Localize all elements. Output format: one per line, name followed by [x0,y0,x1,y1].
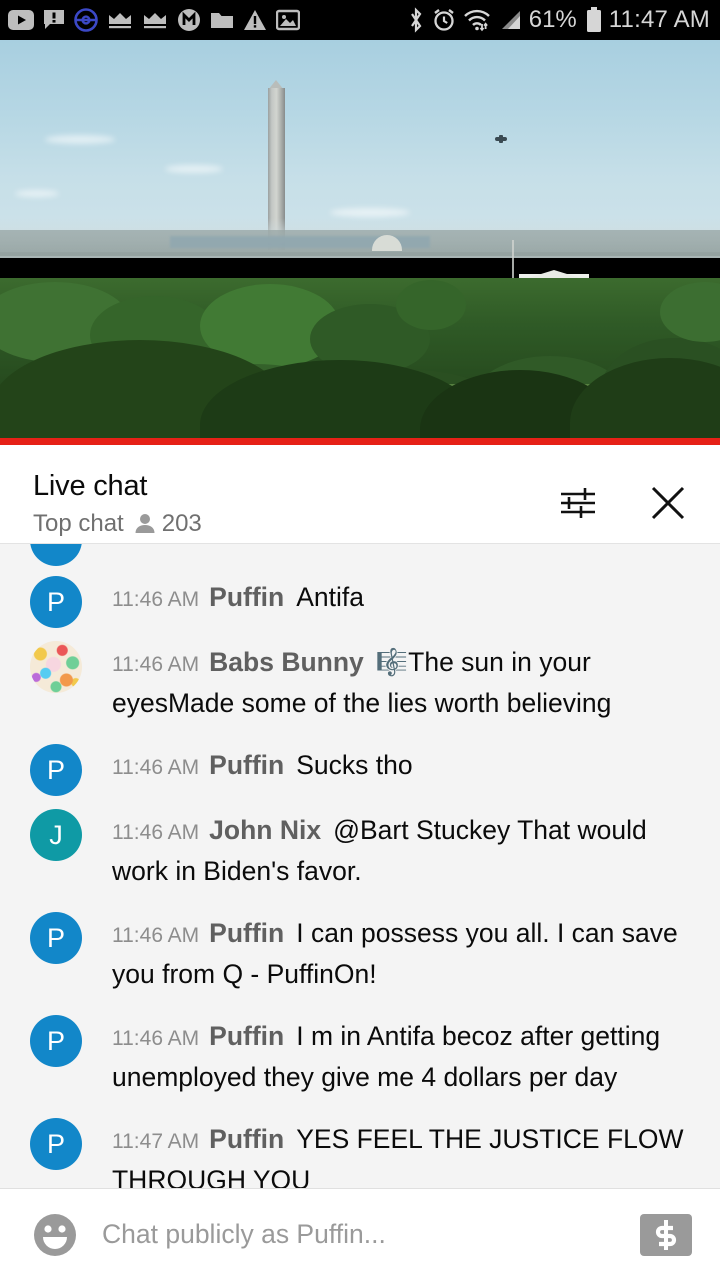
messages-container: P 11:46 AM Puffin Antifa 11:46 AM Babs Bunny 🎼… [0,566,720,1188]
message-timestamp: 11:46 AM [112,653,200,676]
smiley-face-icon[interactable] [30,1210,80,1260]
wifi-icon [463,8,491,32]
avatar[interactable]: P [30,744,82,796]
video-progress-bar[interactable] [0,438,720,445]
status-bar: 61% 11:47 AM [0,0,720,40]
youtube-icon [8,10,34,30]
status-bar-notification-icons [8,8,300,32]
message-timestamp: 11:46 AM [112,924,200,947]
partial-message-above [0,544,720,566]
message-author[interactable]: John Nix [209,815,321,845]
avatar-letter: J [49,819,63,850]
chat-message[interactable]: J 11:46 AM John Nix @Bart Stuckey That woul… [0,799,720,902]
cloud [330,208,410,217]
live-chat-screen: 61% 11:47 AM Live chat Top chat 203 P 11… [0,0,720,1280]
message-author[interactable]: Puffin [209,1021,284,1051]
avatar-letter: P [46,1128,65,1159]
live-chat-header: Live chat Top chat 203 [0,445,720,544]
m-circle-icon [177,8,201,32]
avatar[interactable]: P [30,1118,82,1170]
cell-signal-icon [498,9,522,31]
chat-message-body: 11:46 AM John Nix @Bart Stuckey That would… [112,811,702,890]
chat-input-field[interactable]: Chat publicly as Puffin... [102,1219,618,1250]
avatar-letter: P [46,754,65,785]
chat-message[interactable]: P 11:46 AM Puffin Antifa [0,566,720,631]
chat-message[interactable]: P 11:46 AM Puffin I m in Antifa becoz after… [0,1005,720,1108]
message-author[interactable]: Puffin [209,582,284,612]
pokeball-icon [74,8,98,32]
message-timestamp: 11:46 AM [112,588,200,611]
chat-message[interactable]: P 11:47 AM Puffin YES FEEL THE JUSTICE FLOW… [0,1108,720,1188]
chat-input-bar[interactable]: Chat publicly as Puffin... [0,1188,720,1280]
avatar[interactable]: P [30,912,82,964]
message-timestamp: 11:47 AM [112,1130,200,1153]
avatar-letter: P [46,586,65,617]
crown-icon-2 [142,10,168,30]
dollar-superchat-icon[interactable] [640,1213,692,1256]
cloud [165,165,223,173]
avatar[interactable] [30,641,82,693]
live-chat-header-text: Live chat Top chat 203 [33,471,556,538]
alarm-clock-icon [432,8,456,32]
status-bar-system-icons: 61% 11:47 AM [407,6,710,34]
chat-message[interactable]: P 11:46 AM Puffin I can possess you all. I … [0,902,720,1005]
message-alert-icon [43,9,65,31]
video-frame [0,40,720,445]
chat-message-body: 11:46 AM Puffin Antifa [112,578,702,619]
crown-icon-1 [107,10,133,30]
message-author[interactable]: Babs Bunny [209,647,364,677]
chat-message[interactable]: P 11:46 AM Puffin Sucks tho [0,734,720,799]
avatar [30,544,82,566]
viewer-count-group: 203 [134,510,202,538]
cloud [45,135,115,144]
chat-message-list[interactable]: P 11:46 AM Puffin Antifa 11:46 AM Babs Bunny 🎼… [0,544,720,1188]
message-author[interactable]: Puffin [209,1124,284,1154]
chat-message-body: 11:46 AM Puffin Sucks tho [112,746,702,787]
avatar-letter: P [46,922,65,953]
chat-message-body: 11:47 AM Puffin YES FEEL THE JUSTICE FLOW … [112,1120,702,1188]
message-emoji: 🎼 [375,648,409,678]
tune-sliders-icon[interactable] [556,481,600,525]
chat-message-body: 11:46 AM Puffin I m in Antifa becoz after … [112,1017,702,1096]
battery-percent: 61% [528,6,577,33]
bluetooth-icon [407,7,425,33]
chat-message-body: 11:46 AM Babs Bunny 🎼The sun in your eyesM… [112,643,702,722]
avatar[interactable]: P [30,1015,82,1067]
chat-message[interactable]: 11:46 AM Babs Bunny 🎼The sun in your eyesM… [0,631,720,734]
image-icon [276,9,300,31]
warning-triangle-icon [243,9,267,31]
battery-icon [586,7,602,33]
live-chat-header-actions [556,471,698,525]
folder-icon [210,10,234,30]
status-bar-clock: 11:47 AM [608,6,710,33]
close-x-icon[interactable] [646,481,690,525]
message-text: Sucks tho [296,750,413,780]
chat-message-body: 11:46 AM Puffin I can possess you all. I c… [112,914,702,993]
message-author[interactable]: Puffin [209,750,284,780]
page-title: Live chat [33,470,148,502]
person-icon [135,514,155,534]
avatar[interactable]: J [30,809,82,861]
live-chat-subtitle: Top chat 203 [33,510,556,538]
chat-mode-label[interactable]: Top chat [33,510,124,538]
message-text: Antifa [296,582,364,612]
message-timestamp: 11:46 AM [112,756,200,779]
airplane [495,135,507,143]
message-author[interactable]: Puffin [209,918,284,948]
avatar-letter: P [46,1025,65,1056]
viewer-count: 203 [161,510,202,538]
message-timestamp: 11:46 AM [112,1027,200,1050]
message-timestamp: 11:46 AM [112,821,200,844]
video-player[interactable] [0,40,720,445]
avatar[interactable]: P [30,576,82,628]
cloud [15,190,59,197]
